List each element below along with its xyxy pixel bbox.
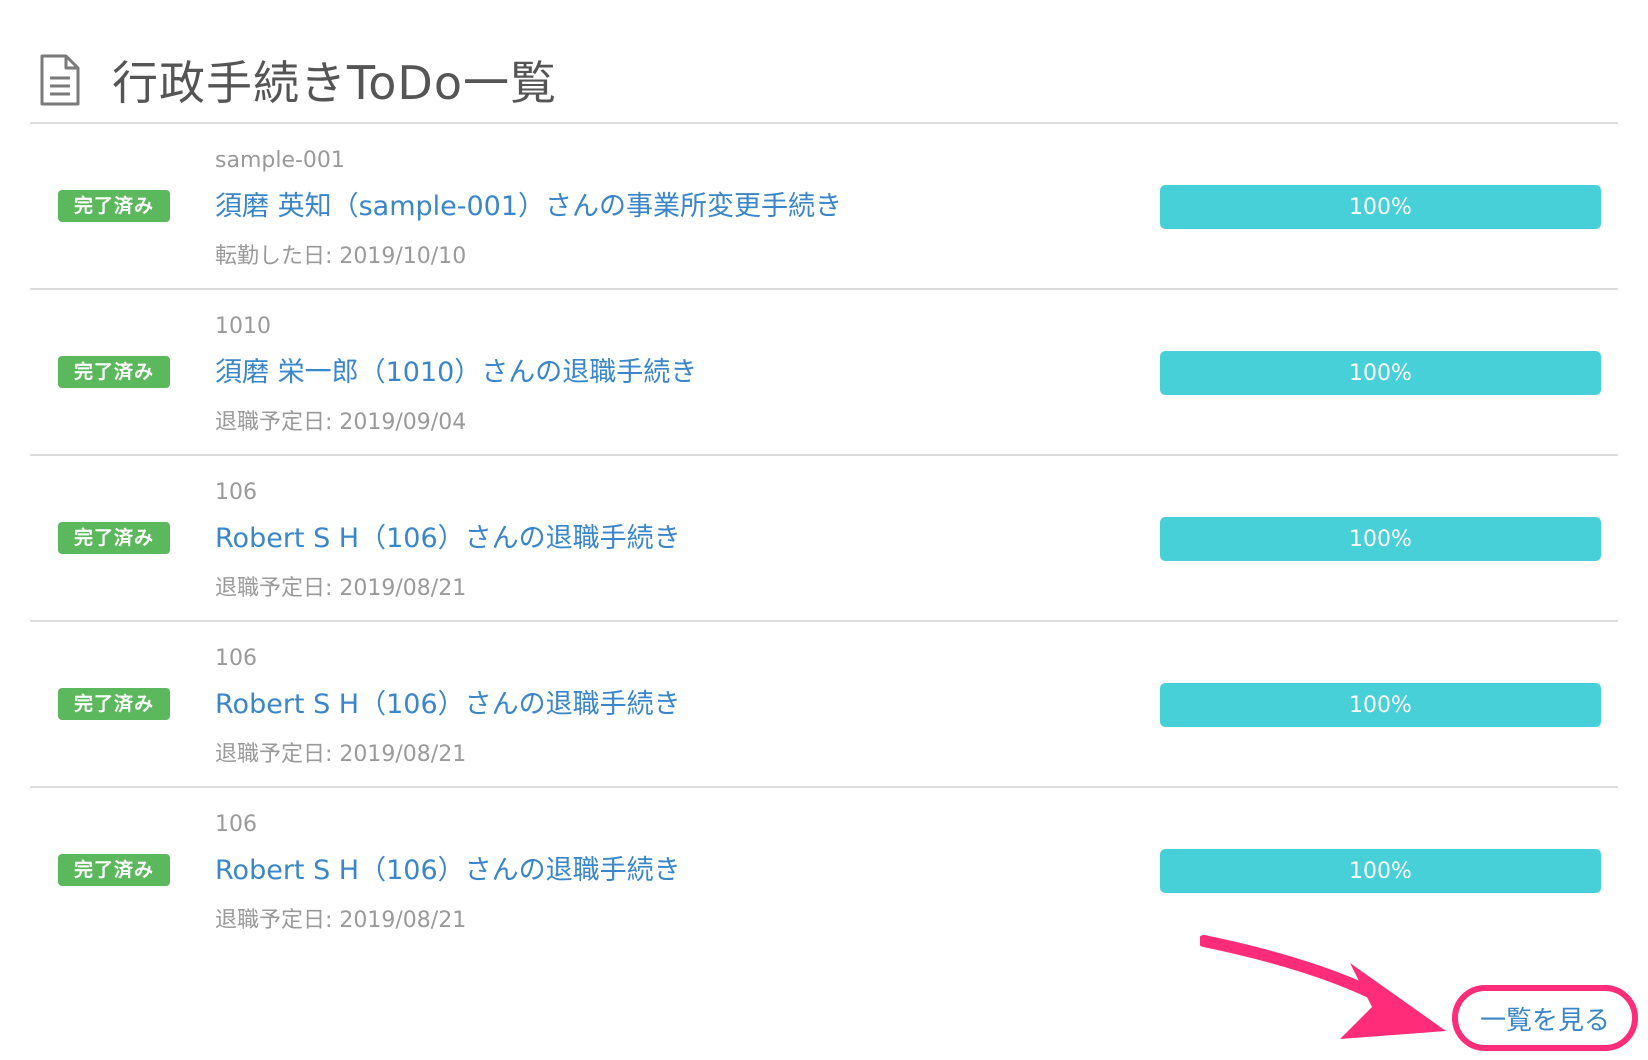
document-icon bbox=[40, 54, 80, 106]
progress-label: 100% bbox=[1349, 692, 1412, 718]
todo-row: 完了済み 106 Robert S H（106）さんの退職手続き 退職予定日: … bbox=[30, 622, 1618, 788]
status-badge: 完了済み bbox=[58, 356, 170, 388]
todo-row: 完了済み 106 Robert S H（106）さんの退職手続き 退職予定日: … bbox=[30, 456, 1618, 622]
annotation-arrow-icon bbox=[1200, 935, 1446, 1039]
todo-date: 退職予定日: 2019/08/21 bbox=[215, 742, 467, 767]
view-all-highlight: 一覧を見る bbox=[1452, 985, 1638, 1051]
progress-fill: 100% bbox=[1160, 849, 1601, 893]
todo-title-link[interactable]: 須磨 栄一郎（1010）さんの退職手続き bbox=[215, 350, 697, 389]
progress-bar: 100% bbox=[1160, 517, 1601, 561]
status-badge: 完了済み bbox=[58, 854, 170, 886]
status-badge: 完了済み bbox=[58, 190, 170, 222]
todo-date: 退職予定日: 2019/08/21 bbox=[215, 908, 467, 933]
todo-row: 完了済み 1010 須磨 栄一郎（1010）さんの退職手続き 退職予定日: 20… bbox=[30, 290, 1618, 456]
todo-title-link[interactable]: Robert S H（106）さんの退職手続き bbox=[215, 848, 681, 887]
todo-date: 退職予定日: 2019/08/21 bbox=[215, 576, 467, 601]
todo-title-link[interactable]: Robert S H（106）さんの退職手続き bbox=[215, 516, 681, 555]
progress-label: 100% bbox=[1349, 194, 1412, 220]
employee-code: 106 bbox=[215, 646, 257, 671]
progress-fill: 100% bbox=[1160, 517, 1601, 561]
todo-list: 完了済み sample-001 須磨 英知（sample-001）さんの事業所変… bbox=[30, 124, 1618, 952]
employee-code: sample-001 bbox=[215, 148, 345, 173]
progress-label: 100% bbox=[1349, 858, 1412, 884]
status-badge: 完了済み bbox=[58, 522, 170, 554]
todo-date: 転勤した日: 2019/10/10 bbox=[215, 244, 467, 269]
progress-label: 100% bbox=[1349, 360, 1412, 386]
progress-fill: 100% bbox=[1160, 683, 1601, 727]
employee-code: 1010 bbox=[215, 314, 271, 339]
todo-title-link[interactable]: Robert S H（106）さんの退職手続き bbox=[215, 682, 681, 721]
status-badge: 完了済み bbox=[58, 688, 170, 720]
view-all-link[interactable]: 一覧を見る bbox=[1480, 1000, 1610, 1037]
progress-label: 100% bbox=[1349, 526, 1412, 552]
progress-bar: 100% bbox=[1160, 683, 1601, 727]
progress-fill: 100% bbox=[1160, 185, 1601, 229]
employee-code: 106 bbox=[215, 480, 257, 505]
page-header: 行政手続きToDo一覧 bbox=[30, 40, 557, 120]
progress-bar: 100% bbox=[1160, 185, 1601, 229]
progress-bar: 100% bbox=[1160, 351, 1601, 395]
page-title: 行政手続きToDo一覧 bbox=[112, 56, 557, 110]
todo-date: 退職予定日: 2019/09/04 bbox=[215, 410, 467, 435]
todo-row: 完了済み sample-001 須磨 英知（sample-001）さんの事業所変… bbox=[30, 124, 1618, 290]
employee-code: 106 bbox=[215, 812, 257, 837]
progress-bar: 100% bbox=[1160, 849, 1601, 893]
todo-title-link[interactable]: 須磨 英知（sample-001）さんの事業所変更手続き bbox=[215, 184, 842, 223]
todo-row: 完了済み 106 Robert S H（106）さんの退職手続き 退職予定日: … bbox=[30, 788, 1618, 952]
progress-fill: 100% bbox=[1160, 351, 1601, 395]
